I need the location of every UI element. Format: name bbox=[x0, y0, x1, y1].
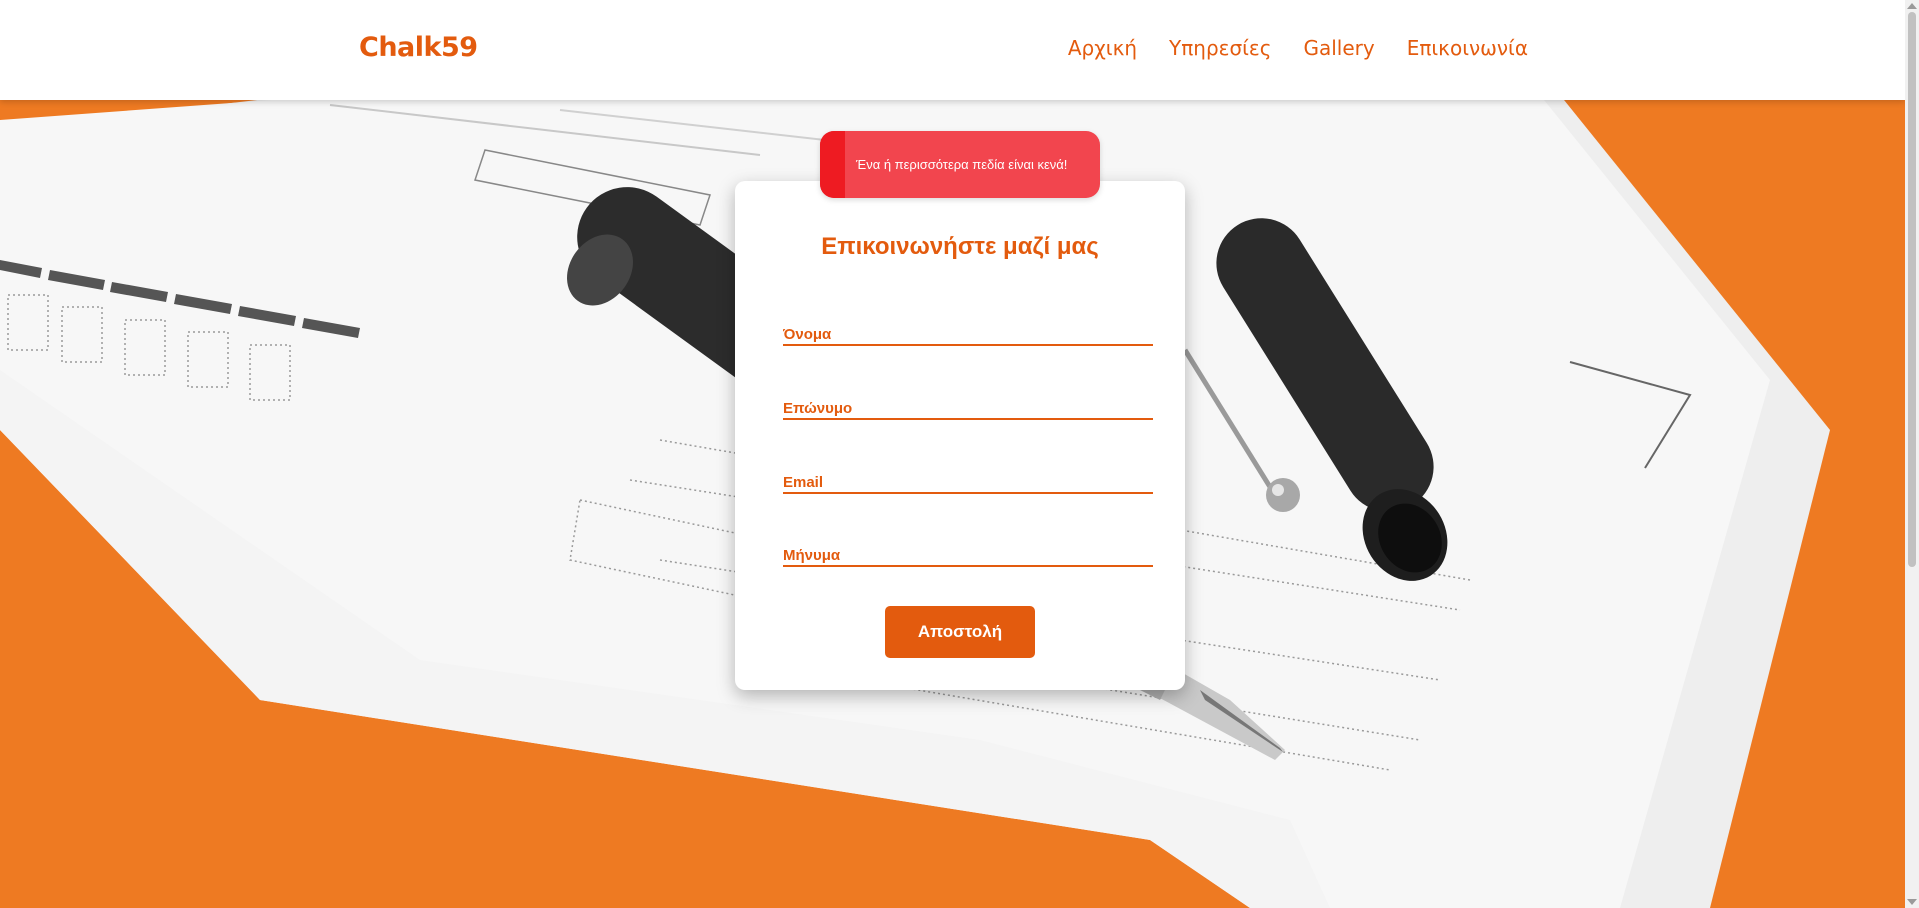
nav-link-contact[interactable]: Επικοινωνία bbox=[1407, 36, 1528, 60]
scroll-down-arrow-icon[interactable] bbox=[1907, 899, 1917, 905]
email-field bbox=[783, 464, 1153, 494]
toast-message: Ένα ή περισσότερα πεδία είναι κενά! bbox=[856, 157, 1068, 172]
first-name-input[interactable] bbox=[783, 316, 1153, 344]
nav-link-gallery[interactable]: Gallery bbox=[1303, 36, 1374, 60]
contact-form-card: Επικοινωνήστε μαζί μας Αποστολή bbox=[735, 181, 1185, 690]
top-navbar: Chalk59 Αρχική Υπηρεσίες Gallery Επικοιν… bbox=[0, 0, 1905, 100]
last-name-field bbox=[783, 390, 1153, 420]
first-name-field bbox=[783, 316, 1153, 346]
message-field bbox=[783, 537, 1153, 567]
scrollbar-thumb[interactable] bbox=[1908, 12, 1916, 567]
error-toast: Ένα ή περισσότερα πεδία είναι κενά! bbox=[820, 131, 1100, 198]
last-name-input[interactable] bbox=[783, 390, 1153, 418]
nav-links: Αρχική Υπηρεσίες Gallery Επικοινωνία bbox=[1068, 36, 1528, 60]
submit-button[interactable]: Αποστολή bbox=[885, 606, 1035, 658]
brand-logo[interactable]: Chalk59 bbox=[359, 32, 478, 63]
page-scrollbar[interactable] bbox=[1905, 0, 1919, 908]
message-input[interactable] bbox=[783, 537, 1153, 565]
email-input[interactable] bbox=[783, 464, 1153, 492]
nav-link-services[interactable]: Υπηρεσίες bbox=[1169, 36, 1271, 60]
contact-form-title: Επικοινωνήστε μαζί μας bbox=[821, 233, 1099, 260]
nav-link-home[interactable]: Αρχική bbox=[1068, 36, 1137, 60]
toast-accent-bar bbox=[820, 131, 845, 198]
scroll-up-arrow-icon[interactable] bbox=[1907, 3, 1917, 9]
